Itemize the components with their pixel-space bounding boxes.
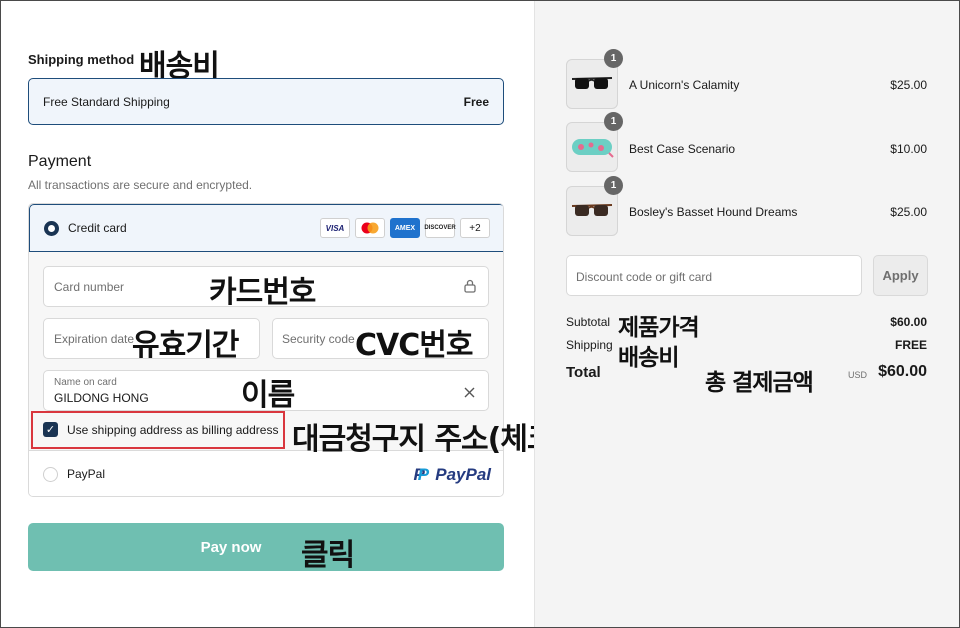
lock-icon [464,279,476,298]
apply-discount-button[interactable]: Apply [873,255,928,296]
name-annotation: 이름 [241,378,295,413]
item-price: $25.00 [890,205,927,219]
item-name: Best Case Scenario [629,142,736,156]
quantity-badge: 1 [604,49,623,68]
shipping-summary-value: FREE [894,338,927,352]
discover-icon: DISCOVER [424,218,456,238]
total-value: $60.00 [878,363,927,380]
quantity-badge: 1 [604,112,623,131]
quantity-badge: 1 [604,176,623,195]
order-summary: 1 A Unicorn's Calamity $25.00 1 Best Cas… [534,1,959,627]
item-name: Bosley's Basset Hound Dreams [629,205,798,219]
expiration-date-placeholder: Expiration date [54,332,135,346]
expiration-annotation: 유효기간 [132,328,239,363]
name-on-card-label: Name on card [54,377,117,388]
payment-title: Payment [28,153,92,170]
card-number-placeholder: Card number [54,280,125,294]
credit-card-option[interactable]: Credit card VISA AMEX DISCOVER +2 [29,204,503,252]
more-cards-badge: +2 [460,218,490,238]
paypal-label: PayPal [67,467,106,481]
subtotal-annotation: 제품가격 [618,315,700,341]
shipping-option[interactable]: Free Standard Shipping Free [28,78,504,125]
mastercard-icon [355,218,385,238]
total-currency: USD [847,370,867,380]
shipping-summary-annotation: 배송비 [618,345,679,371]
security-annotation: CVC번호 [355,328,473,363]
total-annotation: 총 결제금액 [705,370,814,396]
pay-annotation: 클릭 [301,538,355,573]
amex-icon: AMEX [390,218,420,238]
name-on-card-value: GILDONG HONG [54,391,149,405]
item-name: A Unicorn's Calamity [629,78,740,92]
total-label: Total [566,364,601,381]
pay-now-label: Pay now [200,538,262,556]
card-number-annotation: 카드번호 [209,275,316,310]
shipping-summary-label: Shipping [566,338,613,352]
annotation-highlight-box [31,411,285,449]
shipping-method-label: Shipping method [28,52,135,67]
paypal-logo-icon: PP PayPal [413,465,491,484]
subtotal-label: Subtotal [566,315,611,329]
pay-now-button[interactable]: Pay now [28,523,504,571]
payment-subtitle: All transactions are secure and encrypte… [28,178,253,192]
shipping-option-name: Free Standard Shipping [43,95,170,109]
credit-card-label: Credit card [68,221,127,235]
credit-card-radio[interactable] [44,221,59,236]
subtotal-value: $60.00 [890,315,927,329]
discount-code-input[interactable]: Discount code or gift card [566,255,862,296]
shipping-option-price: Free [463,95,489,109]
discount-placeholder: Discount code or gift card [576,270,713,284]
security-code-placeholder: Security code [282,332,355,346]
item-price: $10.00 [890,142,927,156]
item-price: $25.00 [890,78,927,92]
paypal-radio[interactable] [43,467,58,482]
visa-icon: VISA [320,218,350,238]
clear-icon[interactable] [464,385,475,403]
checkout-main: Shipping method 배송비 Free Standard Shippi… [1,1,587,627]
